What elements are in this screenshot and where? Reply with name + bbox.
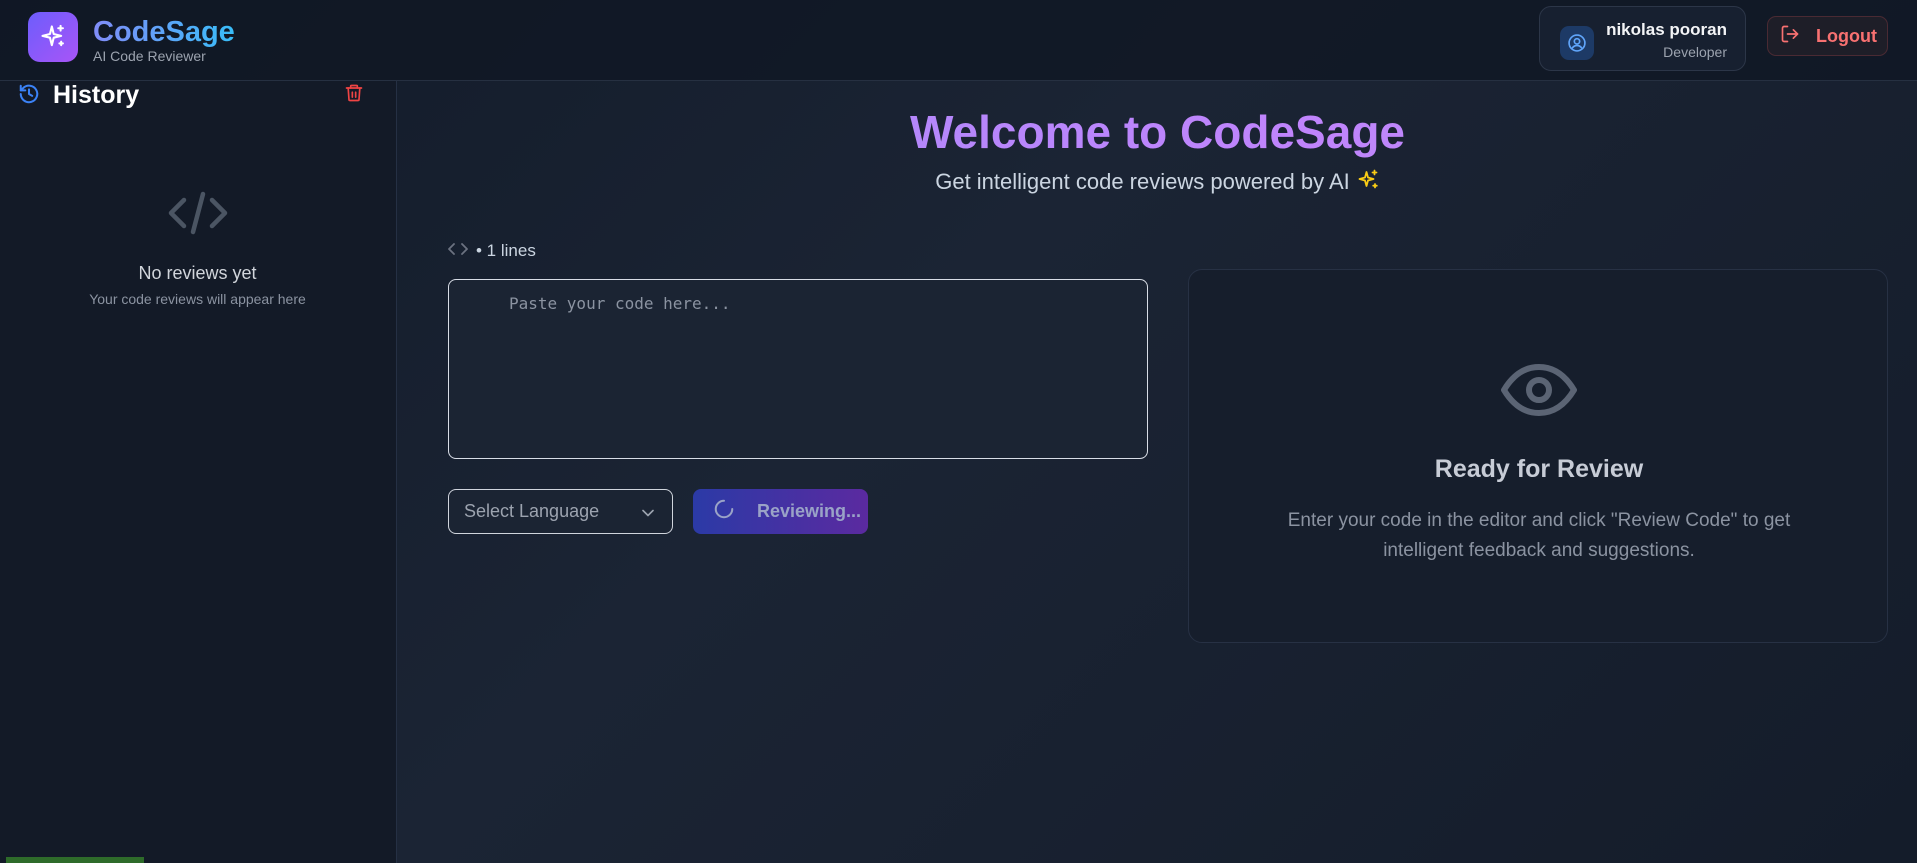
code-icon bbox=[448, 241, 468, 261]
loading-spinner-icon bbox=[713, 498, 735, 525]
clear-history-trash-icon[interactable] bbox=[344, 83, 364, 108]
code-brackets-icon bbox=[167, 189, 229, 242]
empty-history-title: No reviews yet bbox=[138, 263, 257, 283]
history-icon bbox=[18, 83, 40, 110]
review-output-panel: Ready for Review Enter your code in the … bbox=[1188, 269, 1888, 643]
brand-subtitle: AI Code Reviewer bbox=[93, 48, 206, 64]
user-avatar-icon bbox=[1560, 26, 1594, 60]
line-count: • 1 lines bbox=[476, 241, 536, 260]
user-role: Developer bbox=[1663, 44, 1727, 60]
ready-description: Enter your code in the editor and click … bbox=[1287, 510, 1791, 561]
empty-history-subtitle: Your code reviews will appear here bbox=[89, 291, 306, 307]
eye-icon bbox=[1499, 360, 1579, 425]
top-header: CodeSage AI Code Reviewer nikolas pooran… bbox=[0, 0, 1917, 81]
chevron-down-icon bbox=[642, 501, 654, 522]
sparkles-logo-icon[interactable] bbox=[28, 12, 78, 62]
user-profile-card[interactable]: nikolas pooran Developer bbox=[1539, 6, 1746, 71]
logout-button[interactable]: Logout bbox=[1767, 16, 1888, 56]
brand-name: CodeSage bbox=[93, 16, 235, 48]
logout-label: Logout bbox=[1816, 25, 1877, 46]
sparkles-icon bbox=[1356, 168, 1380, 198]
history-sidebar: History No reviews yet Your code reviews… bbox=[0, 81, 397, 863]
user-name: nikolas pooran bbox=[1606, 20, 1727, 39]
ready-title: Ready for Review bbox=[1434, 455, 1644, 483]
subtitle-text: Get intelligent code reviews powered by … bbox=[935, 169, 1350, 194]
language-select-value: Select Language bbox=[464, 501, 600, 521]
editor-info-row: • 1 lines bbox=[448, 241, 536, 261]
environment-badge bbox=[6, 857, 144, 863]
logout-icon bbox=[1780, 24, 1800, 49]
review-code-button[interactable]: Reviewing... bbox=[693, 489, 868, 534]
language-select[interactable]: Select Language bbox=[448, 489, 673, 534]
history-title: History bbox=[53, 81, 140, 109]
code-editor-input[interactable] bbox=[448, 279, 1148, 459]
review-button-label: Reviewing... bbox=[757, 501, 862, 521]
welcome-subtitle: Get intelligent code reviews powered by … bbox=[398, 168, 1917, 198]
welcome-heading: Welcome to CodeSage bbox=[398, 104, 1917, 160]
